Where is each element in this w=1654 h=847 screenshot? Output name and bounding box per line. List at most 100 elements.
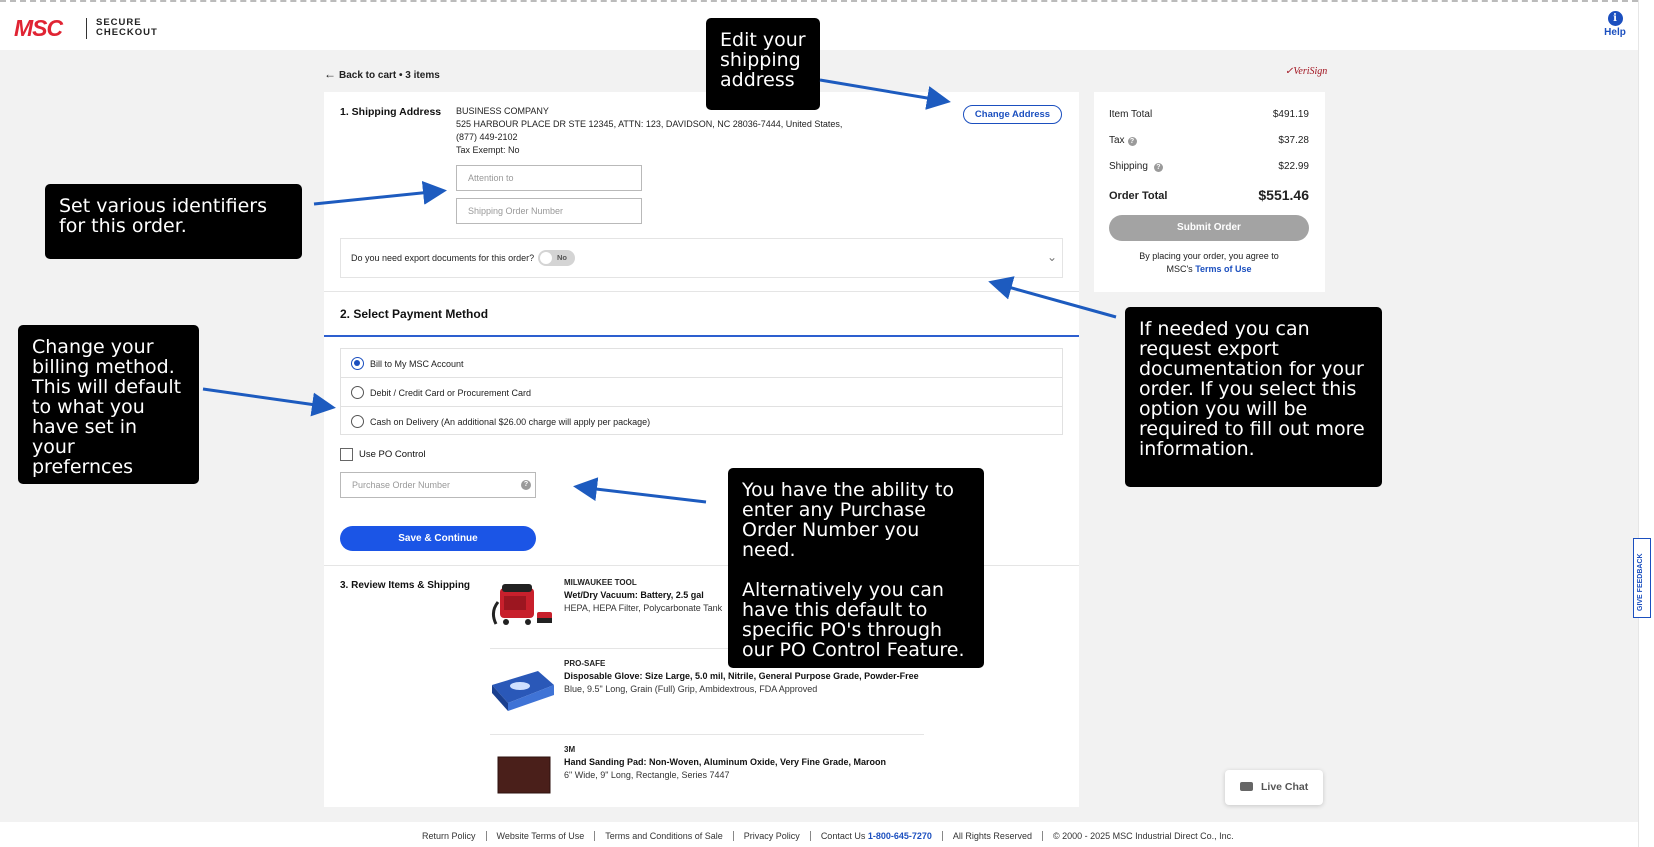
list-item: 3M Hand Sanding Pad: Non-Woven, Aluminum… [490,745,924,801]
payment-option-label: Cash on Delivery (An additional $26.00 c… [370,417,651,427]
tax-value: $37.28 [1278,135,1309,146]
po-control-checkbox[interactable] [340,448,353,461]
contact-phone[interactable]: 1-800-645-7270 [868,831,932,841]
shipping-row: Shipping? $22.99 [1109,161,1309,172]
export-documents-panel[interactable]: Do you need export documents for this or… [340,238,1063,278]
help-label: Help [1604,27,1626,38]
help-icon[interactable]: ? [1153,163,1163,172]
live-chat-label: Live Chat [1261,781,1309,793]
payment-options: Bill to My MSC Account Debit / Credit Ca… [340,348,1063,435]
scrollbar[interactable] [1638,0,1654,847]
radio-selected[interactable] [351,357,364,370]
item-description: 6" Wide, 9" Long, Rectangle, Series 7447 [564,770,730,780]
item-description: Blue, 9.5" Long, Grain (Full) Grip, Ambi… [564,684,818,694]
footer: Return Policy Website Terms of Use Terms a… [0,822,1638,847]
footer-rights: All Rights Reserved [942,831,1043,841]
arrow-to-payment [202,387,336,417]
chat-icon [1240,782,1253,791]
radio-unselected[interactable] [351,386,364,399]
footer-link-terms-sale[interactable]: Terms and Conditions of Sale [595,831,734,841]
wet-dry-vacuum-image [491,584,552,625]
payment-heading: 2. Select Payment Method [340,307,489,321]
msc-logo[interactable]: MSC [14,15,63,42]
secure-checkout-label: SECURE CHECKOUT [96,18,158,38]
order-total-row: Order Total $551.46 [1109,187,1309,203]
help-button[interactable]: i Help [1600,11,1630,38]
arrow-left-icon: ← [324,67,336,81]
item-description: HEPA, HEPA Filter, Polycarbonate Tank [564,603,723,613]
footer-links: Return Policy Website Terms of Use Terms a… [412,831,1244,841]
footer-copyright: © 2000 - 2025 MSC Industrial Direct Co.,… [1052,831,1234,841]
item-name[interactable]: Wet/Dry Vacuum: Battery, 2.5 gal [564,590,704,600]
item-name[interactable]: Disposable Glove: Size Large, 5.0 mil, N… [564,671,919,681]
item-name[interactable]: Hand Sanding Pad: Non-Woven, Aluminum Ox… [564,757,886,767]
tax-row: Tax? $37.28 [1109,135,1309,146]
contact-label: Contact Us [820,831,866,841]
change-address-button[interactable]: Change Address [963,105,1062,124]
export-toggle[interactable]: No [538,250,575,266]
radio-unselected[interactable] [351,415,364,428]
toggle-knob [540,252,552,264]
item-brand: PRO-SAFE [564,659,606,668]
submit-order-button[interactable]: Submit Order [1109,215,1309,241]
footer-link-return-policy[interactable]: Return Policy [412,831,487,841]
feedback-label: GIVE FEEDBACK [1637,553,1644,611]
checkout-line: CHECKOUT [96,27,158,38]
footer-link-website-terms[interactable]: Website Terms of Use [486,831,596,841]
give-feedback-tab[interactable]: GIVE FEEDBACK [1633,538,1651,618]
terms-notice: By placing your order, you agree to MSC'… [1109,250,1309,276]
callout-edit-address: Edit your shipping address [706,18,820,110]
list-item: PRO-SAFE Disposable Glove: Size Large, 5… [490,659,924,719]
chevron-down-icon[interactable]: ⌄ [1047,250,1057,264]
terms-prefix: MSC's [1166,264,1193,274]
tax-exempt-status: Tax Exempt: No [456,145,520,155]
terms-of-use-link[interactable]: Terms of Use [1195,264,1251,274]
payment-option-cod[interactable]: Cash on Delivery (An additional $26.00 c… [341,407,1062,436]
shipping-value: $22.99 [1278,161,1309,172]
help-icon[interactable]: ? [1127,137,1137,146]
item-total-row: Item Total $491.19 [1109,109,1309,120]
divider [324,291,1079,292]
footer-link-privacy[interactable]: Privacy Policy [733,831,811,841]
item-total-value: $491.19 [1272,109,1309,120]
attention-input[interactable]: Attention to [456,165,642,191]
save-continue-button[interactable]: Save & Continue [340,526,536,551]
tax-label: Tax [1109,135,1125,146]
order-total-label: Order Total [1109,190,1168,202]
item-total-label: Item Total [1109,109,1153,120]
purchase-order-placeholder: Purchase Order Number [352,480,451,490]
back-to-cart-label: Back to cart • 3 items [339,70,440,81]
shipping-label: Shipping [1109,161,1148,172]
live-chat-button[interactable]: Live Chat [1225,770,1323,805]
street-address: 525 HARBOUR PLACE DR STE 12345, ATTN: 12… [456,119,843,129]
callout-billing: Change your billing method. This will de… [18,325,199,484]
logo-divider [86,18,87,39]
payment-option-label: Debit / Credit Card or Procurement Card [370,388,532,398]
payment-option-card[interactable]: Debit / Credit Card or Procurement Card [341,378,1062,407]
payment-option-account[interactable]: Bill to My MSC Account [341,349,1062,378]
callout-identifiers: Set various identifiers for this order. [45,184,302,259]
shipping-address-block: BUSINESS COMPANY 525 HARBOUR PLACE DR ST… [456,105,842,157]
glove-box-image [492,671,554,711]
active-section-divider [324,335,1079,337]
purchase-order-input[interactable]: Purchase Order Number ? [340,472,536,498]
footer-contact[interactable]: Contact Us 1-800-645-7270 [810,831,943,841]
terms-text: By placing your order, you agree to [1139,251,1279,261]
shipping-heading: 1. Shipping Address [340,106,442,118]
help-icon[interactable]: ? [521,480,531,490]
back-to-cart-link[interactable]: ← Back to cart • 3 items [324,67,440,81]
payment-option-label: Bill to My MSC Account [370,359,464,369]
export-question: Do you need export documents for this or… [351,253,535,263]
order-total-value: $551.46 [1258,187,1309,203]
shipping-order-number-input[interactable]: Shipping Order Number [456,198,642,224]
review-heading: 3. Review Items & Shipping [340,580,471,591]
toggle-label: No [557,253,567,262]
item-brand: 3M [564,745,576,754]
phone-number: (877) 449-2102 [456,132,518,142]
info-icon: i [1607,11,1623,26]
sanding-pad-image [497,756,551,794]
callout-export: If needed you can request export documen… [1125,307,1382,487]
divider [490,734,924,735]
po-control-label: Use PO Control [359,449,426,460]
order-summary: Item Total $491.19 Tax? $37.28 Shipping?… [1094,92,1325,292]
